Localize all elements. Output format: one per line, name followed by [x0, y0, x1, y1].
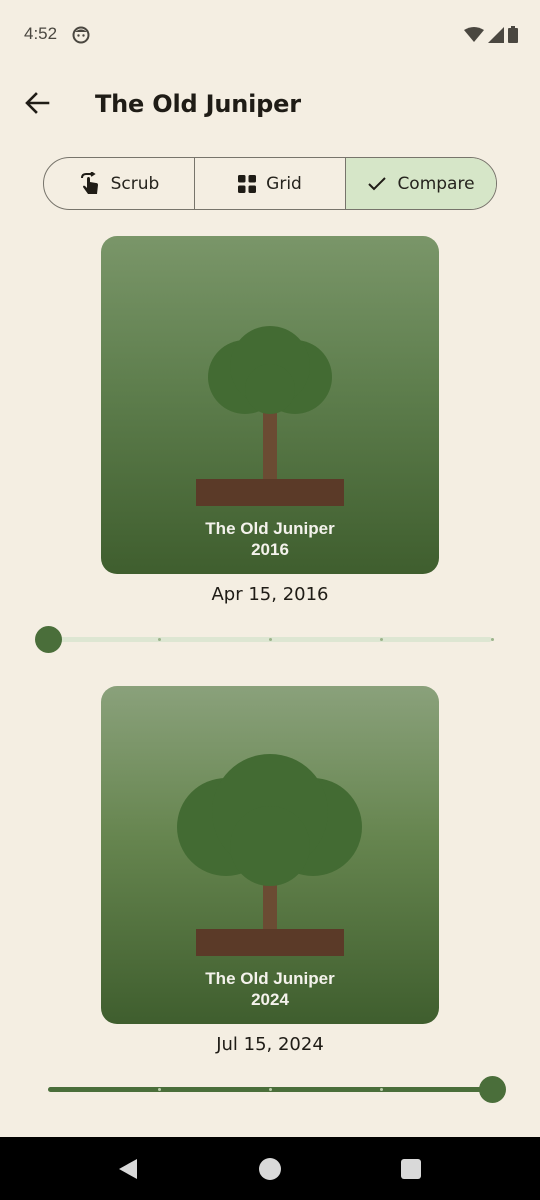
segment-label: Grid [266, 173, 302, 194]
status-time: 4:52 [24, 24, 58, 43]
slider-tick [268, 1088, 272, 1091]
slider-tick [157, 638, 161, 641]
app-bar: The Old Juniper [0, 70, 540, 142]
photo-caption: The Old Juniper 2024 [101, 968, 439, 1010]
slider-tick [379, 1088, 383, 1091]
compare-photo-bottom[interactable]: The Old Juniper 2024 [101, 686, 439, 1024]
caption-title: The Old Juniper [205, 519, 335, 538]
photo-date-top: Apr 15, 2016 [211, 584, 329, 605]
segment-scrub[interactable]: Scrub [44, 158, 195, 209]
arrow-back-icon [24, 92, 50, 118]
view-mode-segmented-control: Scrub Grid Compare [43, 157, 497, 210]
slider-tick [268, 638, 272, 641]
grid-icon [238, 174, 257, 193]
segment-label: Compare [397, 173, 475, 194]
slider-tick [490, 638, 494, 641]
date-slider-top[interactable] [30, 619, 510, 659]
check-icon [367, 176, 387, 192]
status-icons [464, 26, 518, 47]
caption-year: 2024 [251, 990, 289, 1009]
status-bar: 4:52 [0, 0, 540, 70]
date-slider-bottom[interactable] [30, 1069, 510, 1109]
segment-compare[interactable]: Compare [346, 158, 496, 209]
slider-tick [379, 638, 383, 641]
segment-grid[interactable]: Grid [195, 158, 346, 209]
slider-thumb[interactable] [479, 1076, 506, 1103]
slider-tick [157, 1088, 161, 1091]
battery-icon [508, 26, 518, 47]
caption-title: The Old Juniper [205, 969, 335, 988]
caption-year: 2016 [251, 540, 289, 559]
recents-square-icon[interactable] [400, 1158, 422, 1184]
back-triangle-icon[interactable] [117, 1157, 139, 1185]
page-title: The Old Juniper [95, 90, 301, 118]
signal-icon [488, 26, 504, 47]
touch-swipe-icon [79, 171, 101, 196]
back-button[interactable] [14, 84, 60, 126]
notification-face-icon [72, 26, 90, 48]
wifi-icon [464, 26, 484, 47]
compare-photo-top[interactable]: The Old Juniper 2016 [101, 236, 439, 574]
system-nav-bar [0, 1137, 540, 1200]
slider-thumb[interactable] [35, 626, 62, 653]
photo-caption: The Old Juniper 2016 [101, 518, 439, 560]
segment-label: Scrub [110, 173, 160, 194]
home-circle-icon[interactable] [258, 1157, 282, 1185]
photo-date-bottom: Jul 15, 2024 [216, 1034, 324, 1055]
